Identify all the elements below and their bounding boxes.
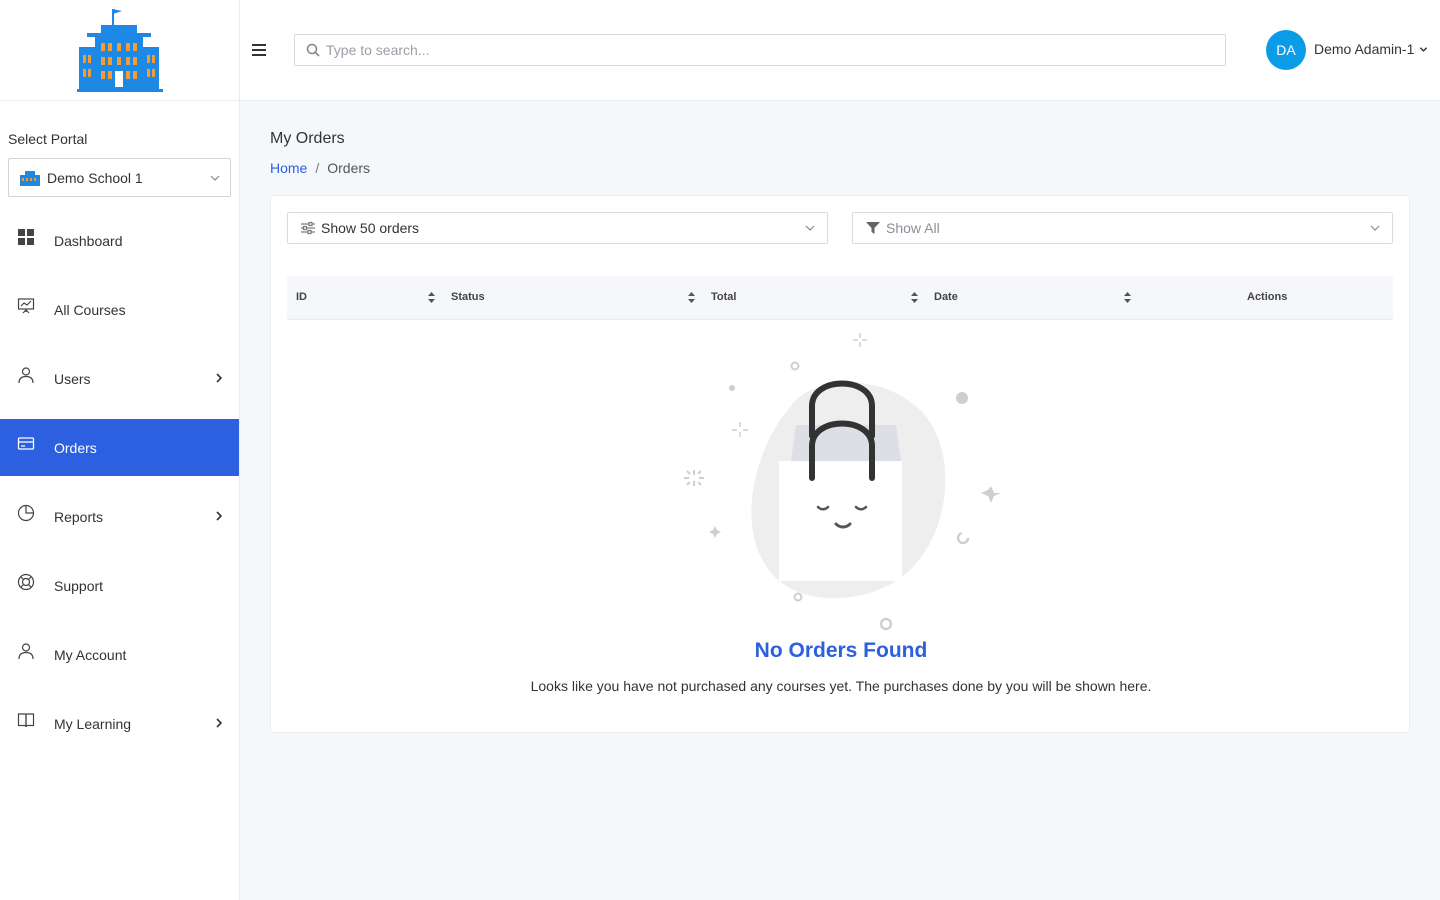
- user-icon: [18, 367, 34, 384]
- sort-icon[interactable]: [911, 292, 918, 303]
- sidebar-item-label: Orders: [54, 440, 97, 456]
- chevron-down-icon: [805, 225, 815, 231]
- sidebar-item-label: Support: [54, 578, 104, 594]
- sidebar-item-my-account[interactable]: My Account: [0, 620, 239, 689]
- chevron-right-icon: [216, 373, 223, 383]
- sidebar-item-orders[interactable]: Orders: [0, 419, 239, 476]
- select-portal-label: Select Portal: [8, 131, 88, 147]
- sidebar-item-my-learning[interactable]: My Learning: [0, 689, 239, 758]
- column-header-total[interactable]: Total: [711, 291, 736, 303]
- breadcrumb-current: Orders: [327, 160, 371, 176]
- credit-card-icon: [17, 437, 35, 450]
- sidebar-item-reports[interactable]: Reports: [0, 482, 239, 551]
- book-icon: [17, 713, 35, 728]
- avatar-initials: DA: [1276, 42, 1296, 58]
- sidebar-item-label: My Account: [54, 647, 127, 663]
- column-header-actions: Actions: [1247, 291, 1288, 303]
- sidebar-item-support[interactable]: Support: [0, 551, 239, 620]
- empty-state-message: Looks like you have not purchased any co…: [530, 678, 1152, 694]
- page-size-select[interactable]: Show 50 orders: [287, 212, 828, 244]
- status-filter-select[interactable]: Show All: [852, 212, 1393, 244]
- column-header-status[interactable]: Status: [451, 291, 485, 303]
- school-building-logo: [76, 9, 163, 92]
- breadcrumb-home-link[interactable]: Home: [270, 160, 307, 176]
- search-icon: [306, 43, 320, 57]
- orders-card: Show 50 orders Show All ID Status Total …: [270, 195, 1410, 733]
- breadcrumb-separator: /: [315, 160, 320, 176]
- page-title: My Orders: [270, 130, 345, 147]
- chevron-down-icon: [1370, 225, 1380, 231]
- chevron-down-icon: [210, 175, 220, 181]
- sort-icon[interactable]: [1124, 292, 1131, 303]
- chevron-right-icon: [216, 718, 223, 728]
- filter-icon: [866, 222, 880, 234]
- breadcrumb: Home / Orders: [270, 160, 370, 176]
- sidebar-item-users[interactable]: Users: [0, 344, 239, 413]
- sidebar-item-all-courses[interactable]: All Courses: [0, 275, 239, 344]
- user-name[interactable]: Demo Adamin-1: [1314, 41, 1414, 57]
- status-filter-value: Show All: [886, 220, 940, 236]
- empty-shopping-bag-illustration: [684, 333, 1001, 631]
- logo[interactable]: [0, 0, 239, 101]
- column-header-date[interactable]: Date: [934, 291, 958, 303]
- portal-select[interactable]: Demo School 1: [8, 158, 231, 197]
- sidebar-item-label: Reports: [54, 509, 104, 525]
- chevron-down-icon[interactable]: [1419, 45, 1428, 54]
- sidebar-nav: Dashboard All Courses Users Orders Repor…: [0, 206, 239, 758]
- sidebar-item-label: Dashboard: [54, 233, 123, 249]
- presentation-board-icon: [17, 298, 35, 314]
- sort-icon[interactable]: [428, 292, 435, 303]
- hamburger-menu-icon[interactable]: [252, 43, 266, 57]
- chevron-right-icon: [216, 511, 223, 521]
- school-icon: [20, 170, 40, 186]
- portal-select-value: Demo School 1: [47, 169, 143, 186]
- search-box[interactable]: [294, 34, 1226, 66]
- orders-table-header: ID Status Total Date Actions: [287, 276, 1393, 320]
- top-header: DA Demo Adamin-1: [240, 0, 1440, 101]
- grid-icon: [18, 229, 34, 245]
- sidebar-item-label: All Courses: [54, 302, 126, 318]
- search-input[interactable]: [326, 42, 1206, 58]
- lifebuoy-icon: [17, 573, 35, 591]
- sort-icon[interactable]: [688, 292, 695, 303]
- sidebar-item-label: Users: [54, 371, 91, 387]
- sidebar-item-dashboard[interactable]: Dashboard: [0, 206, 239, 275]
- page-size-value: Show 50 orders: [321, 220, 420, 236]
- sidebar-item-label: My Learning: [54, 716, 132, 732]
- sidebar: Select Portal Demo School 1 Dashboard Al…: [0, 0, 240, 900]
- pie-chart-icon: [17, 504, 35, 522]
- column-header-id[interactable]: ID: [296, 291, 307, 303]
- user-icon: [18, 643, 34, 660]
- avatar[interactable]: DA: [1266, 30, 1306, 70]
- empty-state-title: No Orders Found: [754, 639, 928, 662]
- sliders-icon: [301, 221, 315, 235]
